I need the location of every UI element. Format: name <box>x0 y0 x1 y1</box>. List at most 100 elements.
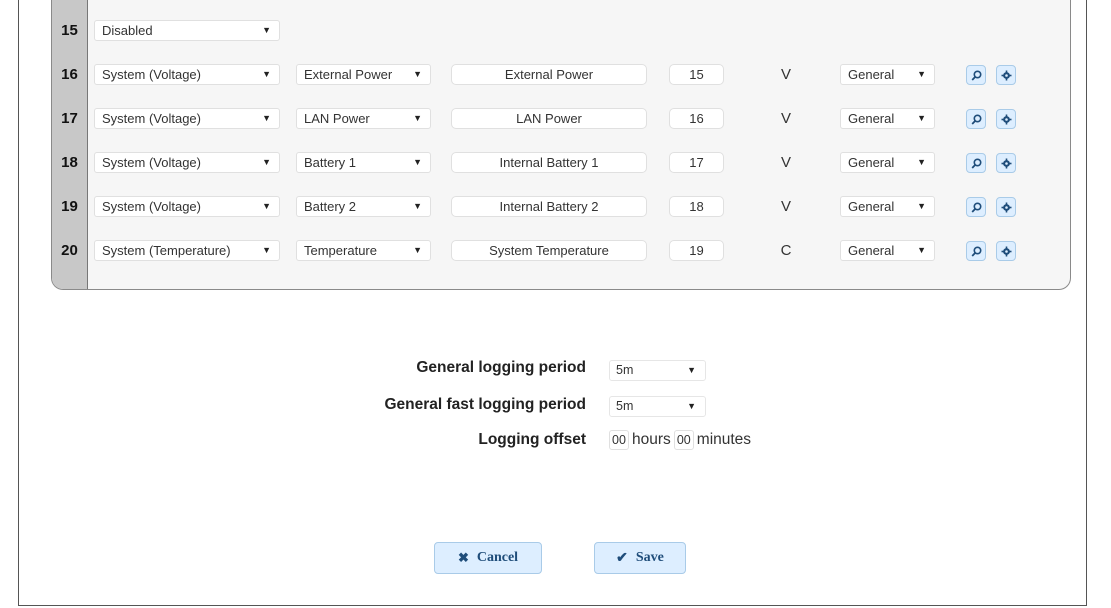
source-value: System (Voltage) <box>102 67 201 82</box>
search-icon <box>971 202 982 213</box>
group-select[interactable]: General ▼ <box>840 196 935 217</box>
channel-select[interactable]: External Power ▼ <box>296 64 431 85</box>
channel-value: External Power <box>304 67 393 82</box>
row-number: 20 <box>61 242 78 259</box>
dropdown-arrow-icon: ▼ <box>262 201 271 211</box>
channel-value: Battery 1 <box>304 155 357 170</box>
dropdown-arrow-icon: ▼ <box>917 69 926 79</box>
source-value: System (Voltage) <box>102 111 201 126</box>
index-input[interactable]: 19 <box>669 240 724 261</box>
dropdown-arrow-icon: ▼ <box>262 69 271 79</box>
dropdown-arrow-icon: ▼ <box>917 201 926 211</box>
group-value: General <box>848 155 895 170</box>
fast-logging-period-value: 5m <box>616 399 634 413</box>
search-icon <box>971 114 982 125</box>
name-input[interactable]: External Power <box>451 64 647 85</box>
settings-button[interactable] <box>996 241 1016 261</box>
gear-icon <box>1001 158 1012 169</box>
source-value: System (Voltage) <box>102 199 201 214</box>
search-icon <box>971 158 982 169</box>
name-input[interactable]: System Temperature <box>451 240 647 261</box>
group-value: General <box>848 199 895 214</box>
gear-icon <box>1001 202 1012 213</box>
settings-button[interactable] <box>996 65 1016 85</box>
row-number: 15 <box>61 22 78 39</box>
dropdown-arrow-icon: ▼ <box>917 157 926 167</box>
name-input[interactable]: LAN Power <box>451 108 647 129</box>
index-input[interactable]: 15 <box>669 64 724 85</box>
search-icon <box>971 70 982 81</box>
source-select[interactable]: System (Temperature) ▼ <box>94 240 280 261</box>
row-number: 18 <box>61 154 78 171</box>
channel-table: 15 Disabled ▼ 16 System (Voltage) ▼ Exte… <box>51 0 1071 290</box>
row-number: 19 <box>61 198 78 215</box>
save-button[interactable]: ✔ Save <box>594 542 686 574</box>
source-select[interactable]: System (Voltage) ▼ <box>94 152 280 173</box>
unit-label: V <box>780 110 791 127</box>
logging-offset-controls: 00 hours 00 minutes <box>609 430 754 452</box>
table-row: 16 System (Voltage) ▼ External Power ▼ E… <box>52 62 1070 88</box>
unit-label: V <box>780 198 791 215</box>
logging-offset-label: Logging offset <box>478 431 586 448</box>
channel-select[interactable]: Battery 1 ▼ <box>296 152 431 173</box>
settings-button[interactable] <box>996 197 1016 217</box>
source-select[interactable]: System (Voltage) ▼ <box>94 196 280 217</box>
channel-select[interactable]: LAN Power ▼ <box>296 108 431 129</box>
table-row: 15 Disabled ▼ <box>52 18 1070 44</box>
group-value: General <box>848 243 895 258</box>
source-value: System (Temperature) <box>102 243 231 258</box>
dropdown-arrow-icon: ▼ <box>262 113 271 123</box>
inspect-button[interactable] <box>966 241 986 261</box>
source-select[interactable]: System (Voltage) ▼ <box>94 64 280 85</box>
inspect-button[interactable] <box>966 109 986 129</box>
dropdown-arrow-icon: ▼ <box>262 25 271 35</box>
settings-button[interactable] <box>996 109 1016 129</box>
channel-select[interactable]: Temperature ▼ <box>296 240 431 261</box>
general-logging-period-select[interactable]: 5m ▼ <box>609 360 706 381</box>
table-row: 17 System (Voltage) ▼ LAN Power ▼ LAN Po… <box>52 106 1070 132</box>
inspect-button[interactable] <box>966 153 986 173</box>
unit-label: V <box>780 66 791 83</box>
group-select[interactable]: General ▼ <box>840 240 935 261</box>
offset-hours-input[interactable]: 00 <box>609 430 629 450</box>
minutes-label: minutes <box>696 431 752 448</box>
save-button-label: Save <box>635 550 664 565</box>
source-value: Disabled <box>102 23 153 38</box>
inspect-button[interactable] <box>966 197 986 217</box>
cancel-button[interactable]: ✖ Cancel <box>434 542 542 574</box>
name-input[interactable]: Internal Battery 2 <box>451 196 647 217</box>
general-logging-period-value: 5m <box>616 363 634 377</box>
hours-label: hours <box>632 431 671 448</box>
unit-label: C <box>780 242 792 259</box>
dropdown-arrow-icon: ▼ <box>917 113 926 123</box>
dropdown-arrow-icon: ▼ <box>413 201 422 211</box>
index-input[interactable]: 18 <box>669 196 724 217</box>
offset-minutes-input[interactable]: 00 <box>673 430 694 450</box>
dropdown-arrow-icon: ▼ <box>413 245 422 255</box>
channel-value: LAN Power <box>304 111 370 126</box>
group-select[interactable]: General ▼ <box>840 64 935 85</box>
general-logging-period-label: General logging period <box>416 359 586 376</box>
cancel-button-label: Cancel <box>476 550 519 565</box>
index-input[interactable]: 16 <box>669 108 724 129</box>
close-icon: ✖ <box>457 550 469 565</box>
source-select[interactable]: Disabled ▼ <box>94 20 280 41</box>
unit-label: V <box>780 154 791 171</box>
group-value: General <box>848 67 895 82</box>
dropdown-arrow-icon: ▼ <box>687 401 696 411</box>
source-value: System (Voltage) <box>102 155 201 170</box>
name-input[interactable]: Internal Battery 1 <box>451 152 647 173</box>
inspect-button[interactable] <box>966 65 986 85</box>
index-input[interactable]: 17 <box>669 152 724 173</box>
settings-button[interactable] <box>996 153 1016 173</box>
group-select[interactable]: General ▼ <box>840 108 935 129</box>
fast-logging-period-label: General fast logging period <box>384 396 586 413</box>
dropdown-arrow-icon: ▼ <box>262 157 271 167</box>
channel-select[interactable]: Battery 2 ▼ <box>296 196 431 217</box>
search-icon <box>971 246 982 257</box>
source-select[interactable]: System (Voltage) ▼ <box>94 108 280 129</box>
gear-icon <box>1001 246 1012 257</box>
row-number: 16 <box>61 66 78 83</box>
group-select[interactable]: General ▼ <box>840 152 935 173</box>
fast-logging-period-select[interactable]: 5m ▼ <box>609 396 706 417</box>
